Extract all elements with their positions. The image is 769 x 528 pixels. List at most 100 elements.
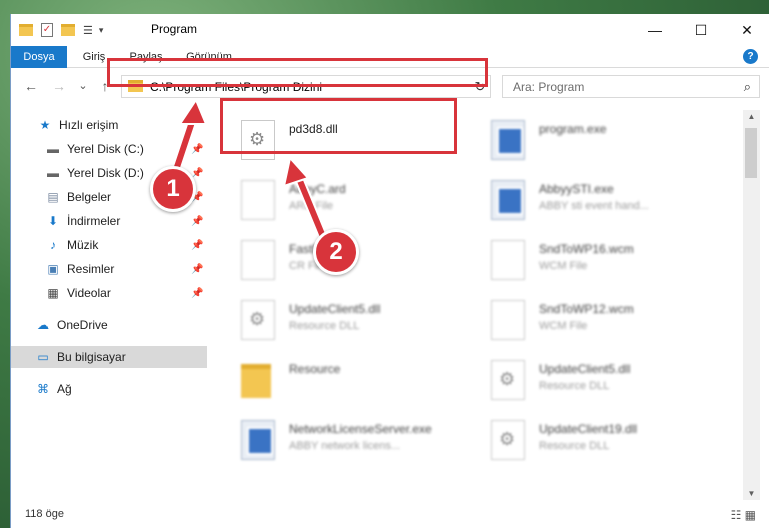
sidebar-item-quick-access[interactable]: ★ Hızlı erişim — [11, 114, 207, 136]
file-item[interactable]: UpdateClient19.dll Resource DLL — [481, 414, 716, 466]
file-item[interactable]: SndToWP16.wcm WCM File — [481, 234, 716, 286]
file-name: AbbyC.ard — [289, 182, 346, 196]
file-description: WCM File — [539, 320, 588, 332]
folder-icon[interactable] — [19, 24, 33, 36]
file-name: NetworkLicenseServer.exe — [289, 422, 432, 436]
folder-icon — [241, 364, 271, 398]
download-icon: ⬇ — [47, 214, 59, 228]
dll-file-icon — [241, 300, 275, 340]
sidebar-item-label: Resimler — [67, 262, 115, 276]
search-placeholder: Ara: Program — [513, 80, 585, 94]
pin-icon[interactable]: 📌 — [191, 144, 203, 155]
file-name: UpdateClient5.dll — [289, 302, 381, 316]
sidebar-item-label: Bu bilgisayar — [57, 350, 126, 364]
dll-file-icon — [491, 420, 525, 460]
pin-icon[interactable]: 📌 — [191, 264, 203, 275]
sidebar-item-network[interactable]: ⌘ Ağ — [11, 378, 207, 400]
scroll-up-icon[interactable]: ▲ — [743, 112, 760, 121]
sidebar-item-label: Yerel Disk (D:) — [67, 166, 144, 180]
back-button[interactable]: ← — [21, 76, 41, 96]
exe-file-icon — [491, 120, 525, 160]
search-input[interactable]: Ara: Program ⌕ — [502, 75, 760, 98]
drive-icon: ▬ — [47, 142, 59, 156]
sidebar-item-onedrive[interactable]: ☁ OneDrive — [11, 314, 207, 336]
new-folder-icon[interactable] — [61, 24, 75, 36]
sidebar-item-downloads[interactable]: ⬇ İndirmeler 📌 — [11, 210, 207, 232]
videos-icon: ▦ — [47, 286, 59, 300]
forward-button[interactable]: → — [49, 76, 69, 96]
maximize-button[interactable]: ☐ — [678, 14, 724, 46]
window-title: Program — [151, 22, 198, 36]
step-two-marker: 2 — [313, 229, 359, 275]
exe-file-icon — [491, 180, 525, 220]
file-item[interactable]: UpdateClient5.dll Resource DLL — [481, 354, 716, 406]
properties-icon[interactable]: ✓ — [41, 23, 53, 37]
exe-file-icon — [241, 420, 275, 460]
file-description: Resource DLL — [539, 380, 610, 392]
file-item[interactable]: AbbyC.ard ARD File — [231, 174, 466, 226]
music-icon: ♪ — [50, 238, 56, 252]
drive-icon: ▬ — [47, 166, 59, 180]
file-item[interactable]: AbbyySTI.exe ABBY sti event hand... — [481, 174, 716, 226]
blank-file-icon — [241, 240, 275, 280]
sidebar-item-music[interactable]: ♪ Müzik 📌 — [11, 234, 207, 256]
pin-icon[interactable]: 📌 — [191, 240, 203, 251]
sidebar-item-label: Hızlı erişim — [59, 118, 119, 132]
blank-file-icon — [491, 300, 525, 340]
file-highlight-box — [220, 98, 457, 154]
item-count: 118 öge — [25, 508, 64, 520]
file-name: AbbyySTI.exe — [539, 182, 614, 196]
cloud-icon: ☁ — [37, 318, 49, 332]
status-bar: 118 öge ☷ ▦ — [11, 500, 769, 528]
scrollbar-thumb[interactable] — [745, 128, 757, 178]
pin-icon[interactable]: 📌 — [191, 288, 203, 299]
file-description: ABBY network licens... — [289, 440, 401, 452]
sidebar-item-videos[interactable]: ▦ Videolar 📌 — [11, 282, 207, 304]
scroll-down-icon[interactable]: ▼ — [743, 489, 760, 498]
file-item[interactable]: UpdateClient5.dll Resource DLL — [231, 294, 466, 346]
dll-file-icon — [491, 360, 525, 400]
file-description: ARD File — [289, 200, 334, 212]
address-highlight-box — [107, 58, 488, 87]
pin-icon[interactable]: 📌 — [191, 216, 203, 227]
sidebar-item-disk-c[interactable]: ▬ Yerel Disk (C:) 📌 — [11, 138, 207, 160]
title-bar: ✓ ☰ ▾ Program — ☐ ✕ — [11, 14, 769, 46]
blank-file-icon — [241, 180, 275, 220]
vertical-scrollbar[interactable]: ▲ ▼ — [743, 110, 760, 500]
file-item[interactable]: Resource — [231, 354, 466, 406]
file-name: SndToWP16.wcm — [539, 242, 634, 256]
tab-dosya[interactable]: Dosya — [11, 46, 67, 68]
chevron-down-icon[interactable]: ▾ — [99, 25, 104, 36]
help-icon[interactable]: ? — [743, 49, 758, 64]
star-icon: ★ — [39, 118, 51, 132]
file-name: UpdateClient19.dll — [539, 422, 638, 436]
file-description: WCM File — [539, 260, 588, 272]
file-list: pd3d8.dll program.exe AbbyC.ard ARD File… — [221, 110, 741, 500]
sidebar-item-label: Müzik — [67, 238, 99, 252]
file-description: Resource DLL — [289, 320, 360, 332]
file-item[interactable]: program.exe — [481, 114, 716, 166]
search-icon[interactable]: ⌕ — [744, 79, 751, 95]
file-item[interactable]: SndToWP12.wcm WCM File — [481, 294, 716, 346]
minimize-button[interactable]: — — [632, 14, 678, 46]
quick-access-toolbar: ✓ ☰ ▾ — [19, 22, 103, 38]
file-description: Resource DLL — [539, 440, 610, 452]
sidebar-item-pictures[interactable]: ▣ Resimler 📌 — [11, 258, 207, 280]
recent-locations-button[interactable]: ⌄ — [73, 76, 93, 96]
file-name: UpdateClient5.dll — [539, 362, 631, 376]
view-mode-icons[interactable]: ☷ ▦ — [731, 508, 756, 522]
sidebar-item-label: Ağ — [57, 382, 72, 396]
customize-toolbar-icon[interactable]: ☰ — [83, 24, 93, 37]
file-name: SndToWP12.wcm — [539, 302, 634, 316]
sidebar-item-label: Yerel Disk (C:) — [67, 142, 144, 156]
step-one-marker: 1 — [150, 166, 196, 212]
blank-file-icon — [491, 240, 525, 280]
sidebar-item-label: OneDrive — [57, 318, 108, 332]
network-icon: ⌘ — [37, 382, 49, 396]
close-button[interactable]: ✕ — [724, 14, 769, 46]
file-item[interactable]: NetworkLicenseServer.exe ABBY network li… — [231, 414, 466, 466]
file-description: ABBY sti event hand... — [539, 200, 649, 212]
sidebar-item-this-pc[interactable]: ▭ Bu bilgisayar — [11, 346, 207, 368]
computer-icon: ▭ — [37, 350, 49, 364]
pictures-icon: ▣ — [47, 262, 59, 276]
